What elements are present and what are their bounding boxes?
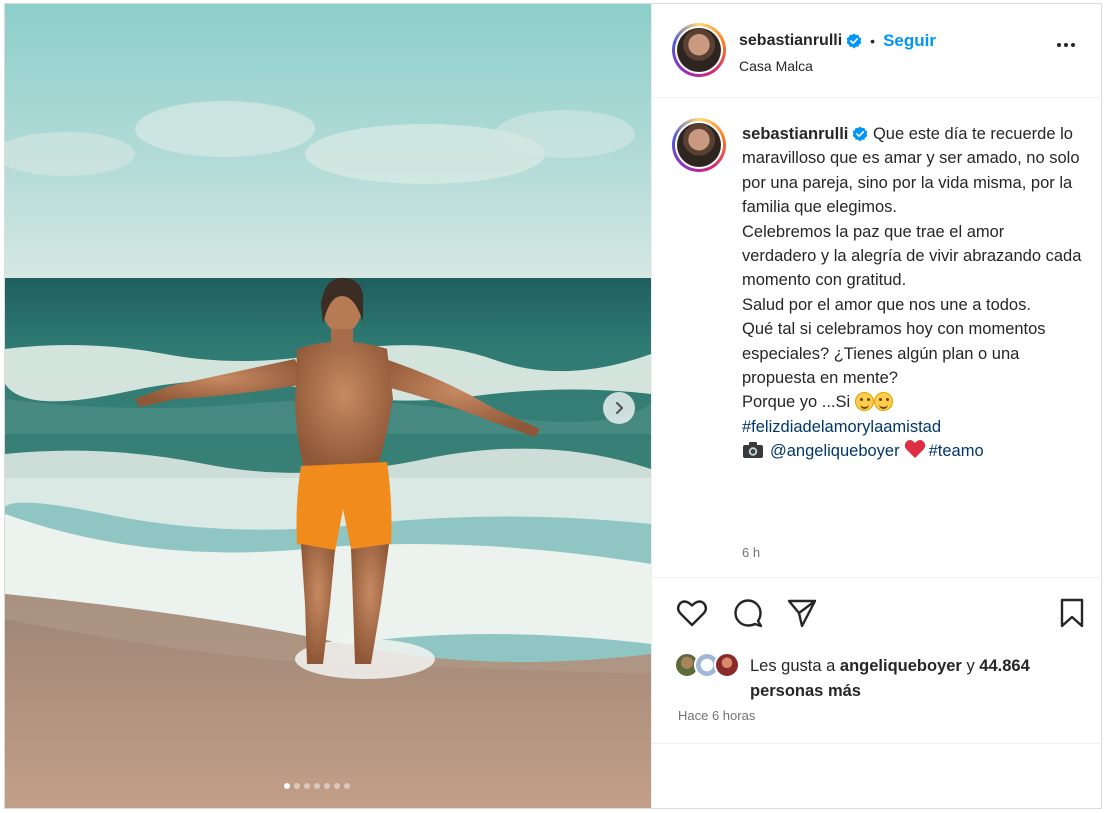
caption-timestamp[interactable]: 6 h [742,545,760,560]
post-photo[interactable] [5,4,651,808]
likes-text: Les gusta a angeliqueboyer y 44.864 pers… [750,654,1080,704]
caption-text-5: Porque yo ...Si [742,393,851,412]
caption-text-3: Salud por el amor que nos une a todos. [742,295,1031,314]
carousel-dot [344,783,350,789]
post-header: sebastianrulli • Seguir Casa Malca [652,4,1103,98]
next-slide-button[interactable] [603,392,635,424]
hashtag-link[interactable]: #teamo [929,442,984,460]
comment-icon[interactable] [732,598,764,628]
post-time-ago[interactable]: Hace 6 horas [678,708,755,723]
carousel-dot [304,783,310,789]
liker-avatars[interactable] [674,652,744,678]
likes-count[interactable]: 44.864 [979,657,1029,675]
author-avatar[interactable] [672,23,726,77]
follow-button[interactable]: Seguir [883,31,936,51]
divider [652,743,1103,744]
carousel-dot [284,783,290,789]
liker-username[interactable]: angeliqueboyer [840,657,962,675]
separator-dot: • [870,33,876,49]
more-icon [1057,43,1061,47]
caption-text-2: Celebremos la paz que trae el amor verda… [742,222,1082,290]
instagram-post: sebastianrulli • Seguir Casa Malca sebas… [4,3,1103,809]
likes-prefix: Les gusta a [750,657,836,675]
like-icon[interactable] [676,598,708,628]
more-options-button[interactable] [1057,43,1075,47]
verified-icon [846,33,862,49]
post-location[interactable]: Casa Malca [739,58,813,74]
post-actions: Les gusta a angeliqueboyer y 44.864 pers… [652,577,1103,808]
post-side-panel: sebastianrulli • Seguir Casa Malca sebas… [651,4,1103,808]
save-icon[interactable] [1058,598,1086,628]
smiling-emoji-icon [873,392,893,412]
author-username[interactable]: sebastianrulli [739,32,842,50]
verified-icon [853,126,868,142]
carousel-dot [334,783,340,789]
red-heart-icon [904,440,925,459]
smiling-emoji-icon [854,392,874,412]
carousel-dot [314,783,320,789]
avatar [714,652,740,678]
next-arrow-icon [615,401,624,415]
share-icon[interactable] [786,598,818,628]
post-caption: sebastianrulli Que este día te recuerde … [742,122,1082,464]
beach-photo [5,4,651,808]
carousel-dot [324,783,330,789]
likes-suffix[interactable]: personas más [750,682,861,700]
hashtag-link[interactable]: #felizdiadelamorylaamistad [742,418,941,436]
likes-connector: y [966,657,975,675]
carousel-indicator [284,783,350,789]
mention-link[interactable]: @angeliqueboyer [770,442,900,460]
camera-icon [743,442,763,459]
caption-username[interactable]: sebastianrulli [742,125,848,143]
caption-text-4: Qué tal si celebramos hoy con momentos e… [742,320,1046,388]
caption-avatar[interactable] [672,118,726,172]
carousel-dot [294,783,300,789]
